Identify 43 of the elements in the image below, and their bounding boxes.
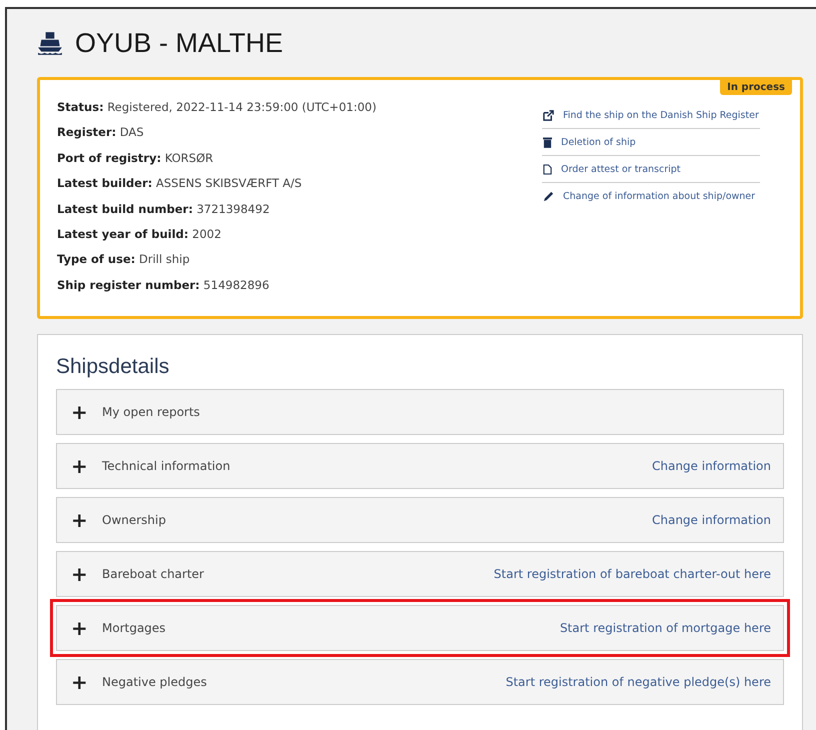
section-label: Bareboat charter: [102, 567, 204, 581]
section-title: Shipsdetails: [56, 355, 170, 379]
section-label: Negative pledges: [102, 675, 207, 689]
action-link[interactable]: Start registration of bareboat charter-out here: [494, 567, 771, 581]
expand-toggle[interactable]: +: [71, 616, 102, 640]
accordion-row[interactable]: + My open reports: [56, 389, 784, 435]
expand-toggle[interactable]: +: [71, 562, 102, 586]
action-link[interactable]: Change information: [652, 459, 771, 473]
accordion-row[interactable]: + Mortgages Start registration of mortgage here: [56, 605, 784, 651]
section-label: My open reports: [102, 405, 200, 419]
pencil-icon: [543, 190, 554, 202]
accordion-row[interactable]: + Negative pledges Start registration of negative pledge(s) here: [56, 659, 784, 705]
file-icon: [543, 164, 552, 174]
status-badge: In process: [720, 80, 792, 95]
expand-toggle[interactable]: +: [71, 508, 102, 532]
section-label: Ownership: [102, 513, 166, 527]
action-link[interactable]: Start registration of negative pledge(s) here: [506, 675, 771, 689]
expand-toggle[interactable]: +: [71, 454, 102, 478]
accordion-row[interactable]: + Bareboat charter Start registration of bareboat charter-out here: [56, 551, 784, 597]
section-label: Mortgages: [102, 621, 166, 635]
action-link[interactable]: Start registration of mortgage here: [560, 621, 771, 635]
info-field: Type of use: Drill ship: [57, 252, 542, 268]
info-field: Port of registry: KORSØR: [57, 150, 542, 166]
info-field: Ship register number: 514982896: [57, 278, 542, 293]
action-link[interactable]: Deletion of ship: [561, 136, 636, 148]
ship-icon: [37, 31, 63, 55]
expand-toggle[interactable]: +: [71, 400, 102, 424]
info-field: Register: DAS: [57, 125, 542, 140]
action-link[interactable]: Find the ship on the Danish Ship Register: [563, 110, 759, 120]
info-field: Latest year of build: 2002: [57, 226, 542, 242]
external-link-icon: [543, 110, 554, 120]
accordion-row[interactable]: + Technical information Change information: [56, 443, 784, 489]
info-field: Latest builder: ASSENS SKIBSVÆRFT A/S: [57, 176, 542, 192]
info-field: Latest build number: 3721398492: [57, 202, 542, 217]
action-link[interactable]: Change of information about ship/owner: [563, 190, 756, 202]
trash-icon: [543, 136, 552, 148]
page-title: OYUB - MALTHE: [75, 28, 284, 58]
action-link[interactable]: Order attest or transcript: [561, 164, 681, 174]
section-label: Technical information: [102, 459, 230, 473]
expand-toggle[interactable]: +: [71, 670, 102, 694]
info-field: Status: Registered, 2022-11-14 23:59:00 (UTC+01:00): [57, 100, 542, 115]
action-link[interactable]: Change information: [652, 513, 771, 527]
accordion-row[interactable]: + Ownership Change information: [56, 497, 784, 543]
